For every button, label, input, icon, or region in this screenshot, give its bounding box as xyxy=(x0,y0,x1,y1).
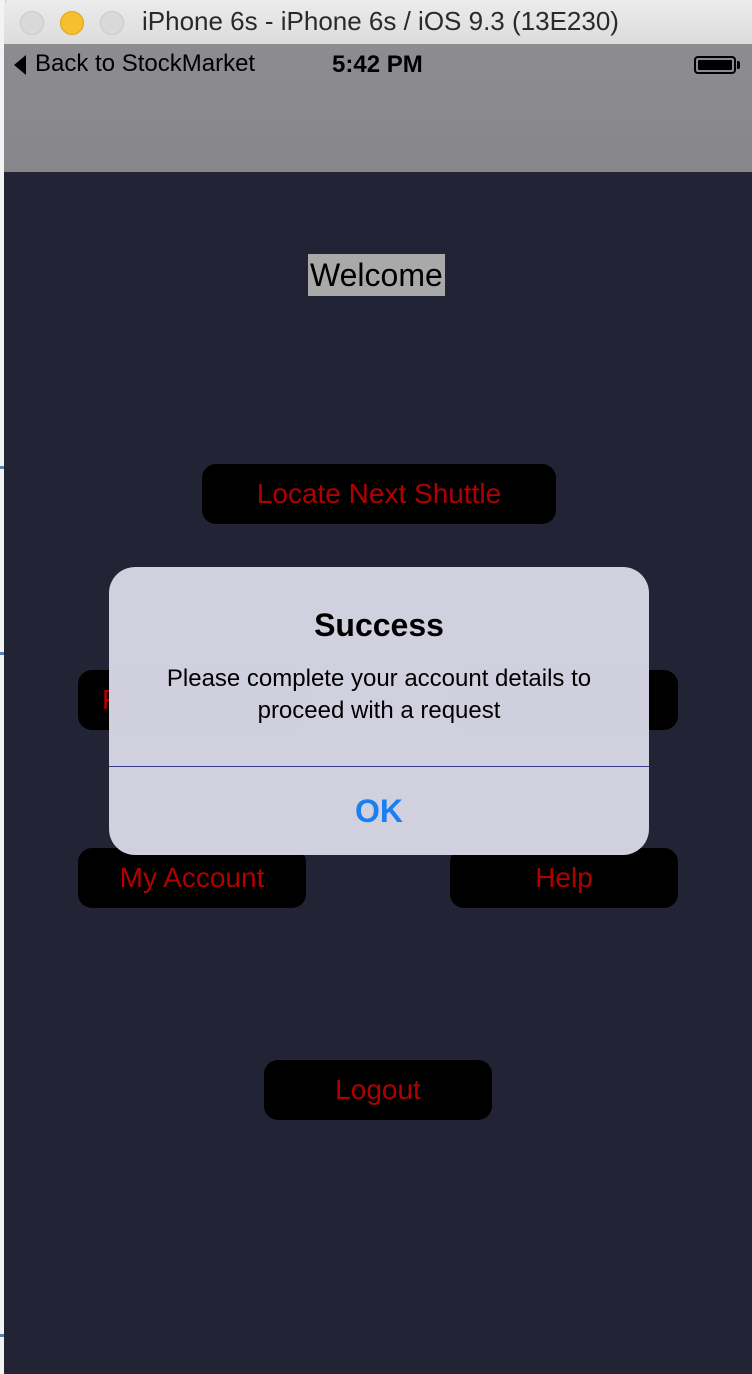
status-time: 5:42 PM xyxy=(332,51,423,78)
alert-message: Please complete your account details to … xyxy=(166,665,592,724)
battery-icon xyxy=(694,56,736,74)
simulator-title-bar[interactable]: iPhone 6s - iPhone 6s / iOS 9.3 (13E230) xyxy=(4,0,752,45)
back-chevron-icon[interactable] xyxy=(14,55,26,75)
logout-button[interactable]: Logout xyxy=(264,1060,492,1120)
battery-tip xyxy=(737,61,740,69)
window-title: iPhone 6s - iPhone 6s / iOS 9.3 (13E230) xyxy=(142,6,619,36)
window-minimize-button[interactable] xyxy=(60,11,84,35)
battery-level xyxy=(698,60,732,70)
window-close-button[interactable] xyxy=(20,11,44,35)
device-screen: Back to StockMarket 5:42 PM Welcome Loca… xyxy=(4,44,752,1374)
simulator-desktop: iPhone 6s - iPhone 6s / iOS 9.3 (13E230)… xyxy=(0,0,752,1374)
status-navigation-bar: Back to StockMarket 5:42 PM xyxy=(4,44,752,172)
alert-title: Success xyxy=(314,607,444,643)
window-zoom-button[interactable] xyxy=(100,11,124,35)
alert-ok-button[interactable]: OK xyxy=(109,767,649,855)
back-to-app-link[interactable]: Back to StockMarket xyxy=(35,50,255,78)
success-alert-dialog: Success Please complete your account det… xyxy=(109,567,649,855)
locate-next-shuttle-button[interactable]: Locate Next Shuttle xyxy=(202,464,556,524)
my-account-button[interactable]: My Account xyxy=(78,848,306,908)
welcome-label: Welcome xyxy=(308,254,445,296)
help-button[interactable]: Help xyxy=(450,848,678,908)
